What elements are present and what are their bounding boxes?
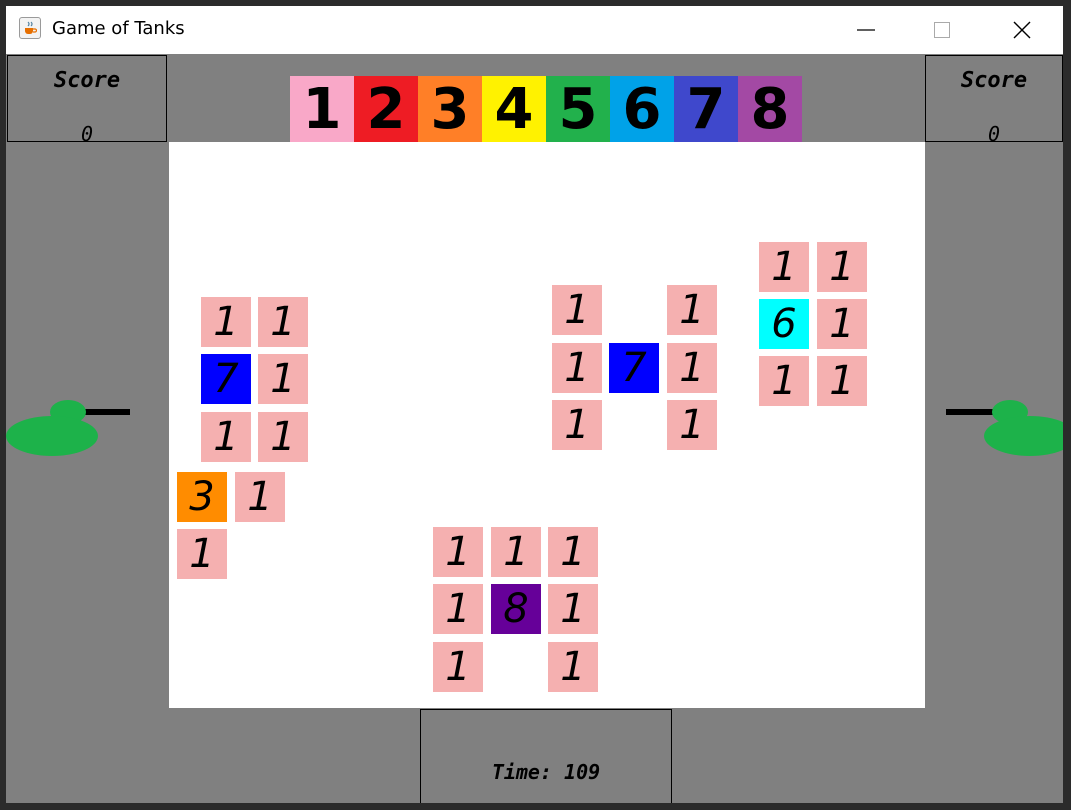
palette-5: 5 [546,76,610,142]
maximize-button[interactable] [914,6,970,54]
block-tile[interactable]: 7 [609,343,659,393]
color-number-palette: 1 2 3 4 5 6 7 8 [290,76,802,142]
block-tile[interactable]: 1 [433,642,483,692]
block-tile[interactable]: 1 [552,285,602,335]
title-bar: Game of Tanks [6,6,1063,54]
block-tile[interactable]: 6 [759,299,809,349]
palette-3: 3 [418,76,482,142]
block-tile[interactable]: 1 [817,299,867,349]
block-tile[interactable]: 1 [201,412,251,462]
left-tank[interactable] [6,398,136,458]
block-tile[interactable]: 3 [177,472,227,522]
block-tile[interactable]: 1 [817,242,867,292]
left-score-panel: Score 0 [7,55,167,146]
palette-2: 2 [354,76,418,142]
right-score-label: Score [960,68,1028,93]
right-tank[interactable] [944,398,1063,458]
block-tile[interactable]: 1 [258,297,308,347]
block-tile[interactable]: 1 [552,343,602,393]
block-tile[interactable]: 1 [548,527,598,577]
right-score-panel: Score 0 [925,55,1063,146]
block-tile[interactable]: 1 [433,584,483,634]
minimize-button[interactable] [838,6,894,54]
left-score-label: Score [53,68,121,93]
block-tile[interactable]: 1 [258,354,308,404]
block-tile[interactable]: 1 [177,529,227,579]
palette-6: 6 [610,76,674,142]
block-tile[interactable]: 1 [667,285,717,335]
block-tile[interactable]: 1 [201,297,251,347]
block-tile[interactable]: 1 [667,343,717,393]
game-window: Game of Tanks Score 0 Score 0 1 2 3 4 5 … [6,6,1063,803]
close-icon [1013,21,1031,39]
block-tile[interactable]: 1 [491,527,541,577]
block-tile[interactable]: 1 [258,412,308,462]
block-tile[interactable]: 1 [759,356,809,406]
left-score-value: 0 [80,122,94,146]
palette-1: 1 [290,76,354,142]
block-tile[interactable]: 1 [667,400,717,450]
block-tile[interactable]: 1 [552,400,602,450]
block-tile[interactable]: 8 [491,584,541,634]
palette-8: 8 [738,76,802,142]
block-tile[interactable]: 1 [817,356,867,406]
block-tile[interactable]: 1 [433,527,483,577]
maximize-icon [934,22,950,38]
timer-panel: Time: 109 [420,709,672,803]
block-tile[interactable]: 7 [201,354,251,404]
palette-4: 4 [482,76,546,142]
java-cup-icon [19,17,41,39]
block-tile[interactable]: 1 [548,642,598,692]
window-title: Game of Tanks [52,18,185,39]
right-score-value: 0 [987,122,1001,146]
play-field[interactable]: 1 1 7 1 1 1 3 1 1 1 1 1 7 1 1 1 1 1 6 1 … [169,142,925,708]
close-button[interactable] [994,6,1050,54]
timer-text: Time: 109 [491,760,601,784]
block-tile[interactable]: 1 [759,242,809,292]
minimize-icon [857,29,875,31]
palette-7: 7 [674,76,738,142]
block-tile[interactable]: 1 [235,472,285,522]
block-tile[interactable]: 1 [548,584,598,634]
